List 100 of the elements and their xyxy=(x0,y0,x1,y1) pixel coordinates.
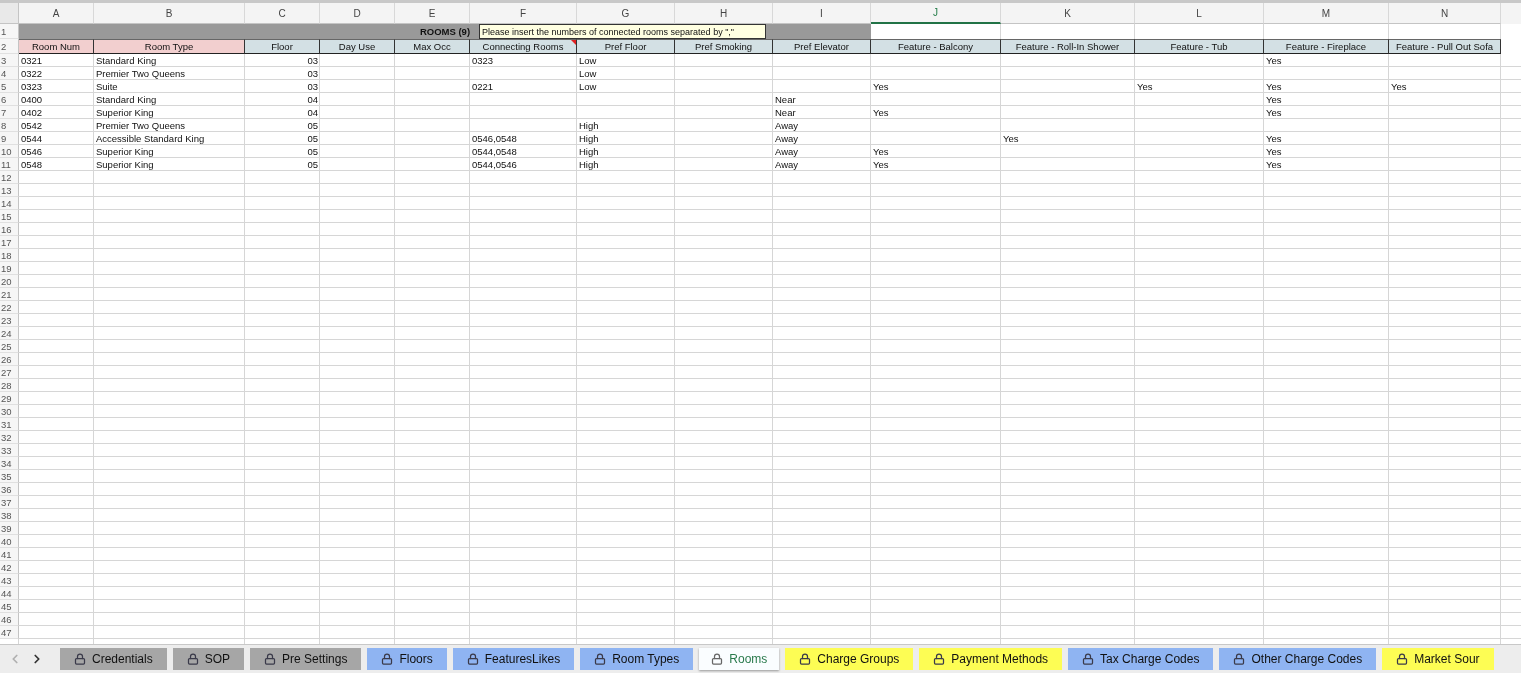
sheet-tab[interactable]: Floors xyxy=(367,648,447,670)
table-cell-text: 0546,0548 xyxy=(471,132,518,145)
row-number: 38 xyxy=(0,509,19,522)
sheet-tab[interactable]: Other Charge Codes xyxy=(1219,648,1377,670)
lock-icon xyxy=(1082,653,1095,665)
lock-icon xyxy=(1396,653,1409,665)
sheet-tab[interactable]: SOP xyxy=(172,648,245,670)
sheet-tab[interactable]: FeaturesLikes xyxy=(452,648,575,670)
table-cell-text: 04 xyxy=(306,106,319,119)
select-all-corner[interactable] xyxy=(0,3,19,24)
column-heading: Feature - Roll-In Shower xyxy=(1001,39,1135,54)
lock-icon xyxy=(74,653,86,665)
lock-icon xyxy=(466,653,479,665)
table-cell-text: Superior King xyxy=(95,106,155,119)
table-cell-text: Premier Two Queens xyxy=(95,67,187,80)
row-number: 23 xyxy=(0,314,19,327)
row-number: 29 xyxy=(0,392,19,405)
row-number: 20 xyxy=(0,275,19,288)
table-cell-text: Yes xyxy=(1002,132,1020,145)
row-number: 13 xyxy=(0,184,19,197)
row-number: 26 xyxy=(0,353,19,366)
table-cell-text: Away xyxy=(774,145,800,158)
sheet-tab[interactable]: Tax Charge Codes xyxy=(1068,648,1214,670)
row-number: 37 xyxy=(0,496,19,509)
lock-icon xyxy=(264,653,277,665)
table-cell-text: 05 xyxy=(306,145,319,158)
column-header[interactable]: L xyxy=(1135,3,1264,24)
column-heading: Feature - Balcony xyxy=(871,39,1001,54)
row-number: 5 xyxy=(0,80,19,93)
table-cell-text: Standard King xyxy=(95,54,158,67)
sheet-tab[interactable]: Credentials xyxy=(60,648,167,670)
row-number: 14 xyxy=(0,197,19,210)
sheet-tab[interactable]: Rooms xyxy=(699,648,780,670)
table-cell-text: 0323 xyxy=(471,54,495,67)
column-heading: Room Type xyxy=(94,39,245,54)
column-heading: Feature - Tub xyxy=(1135,39,1264,54)
sheet-tab[interactable]: Payment Methods xyxy=(919,648,1063,670)
table-cell-text: Standard King xyxy=(95,93,158,106)
table-cell-text: 05 xyxy=(306,158,319,171)
column-heading: Floor xyxy=(245,39,320,54)
table-cell-text: 0322 xyxy=(20,67,44,80)
column-header[interactable]: J xyxy=(871,3,1001,24)
table-cell-text: Yes xyxy=(872,106,890,119)
table-cell-text: Yes xyxy=(1265,132,1283,145)
row-number: 15 xyxy=(0,210,19,223)
table-cell-text: High xyxy=(578,145,600,158)
row-number: 30 xyxy=(0,405,19,418)
column-header[interactable]: M xyxy=(1264,3,1389,24)
table-cell-text: Yes xyxy=(1265,93,1283,106)
table-cell-text: High xyxy=(578,158,600,171)
row-number: 12 xyxy=(0,171,19,184)
column-heading: Connecting Rooms xyxy=(470,39,577,54)
table-cell-text: 0321 xyxy=(20,54,44,67)
row-number: 2 xyxy=(0,39,19,54)
row-number: 28 xyxy=(0,379,19,392)
column-heading: Pref Floor xyxy=(577,39,675,54)
row-number: 33 xyxy=(0,444,19,457)
row-number: 6 xyxy=(0,93,19,106)
column-header[interactable]: N xyxy=(1389,3,1501,24)
sheet-tab[interactable]: Pre Settings xyxy=(250,648,362,670)
row-number: 32 xyxy=(0,431,19,444)
row-number: 27 xyxy=(0,366,19,379)
column-header[interactable]: K xyxy=(1001,3,1135,24)
table-cell-text: 0544,0548 xyxy=(471,145,518,158)
comment-tooltip: Please insert the numbers of connected rooms separated by "," xyxy=(479,24,766,39)
lock-icon xyxy=(186,653,199,665)
table-cell-text: 0400 xyxy=(20,93,44,106)
table-cell-text: Yes xyxy=(1265,80,1283,93)
row-number: 43 xyxy=(0,574,19,587)
table-cell-text: 05 xyxy=(306,119,319,132)
row-number: 8 xyxy=(0,119,19,132)
row-number: 4 xyxy=(0,67,19,80)
table-cell-text: 0546 xyxy=(20,145,44,158)
column-heading: Pref Elevator xyxy=(773,39,871,54)
row-number: 36 xyxy=(0,483,19,496)
row-number: 31 xyxy=(0,418,19,431)
table-cell-text: Yes xyxy=(1265,106,1283,119)
table-cell-text: Superior King xyxy=(95,145,155,158)
table-cell-text: 0221 xyxy=(471,80,495,93)
row-number: 9 xyxy=(0,132,19,145)
sheet-tab[interactable]: Charge Groups xyxy=(785,648,914,670)
sheet-tab[interactable]: Room Types xyxy=(580,648,694,670)
row-number: 11 xyxy=(0,158,19,171)
row-number: 21 xyxy=(0,288,19,301)
table-cell-text: Away xyxy=(774,132,800,145)
row-number: 44 xyxy=(0,587,19,600)
table-cell-text: 0323 xyxy=(20,80,44,93)
table-cell-text: 0402 xyxy=(20,106,44,119)
row-number: 45 xyxy=(0,600,19,613)
table-cell-text: Yes xyxy=(1265,158,1283,171)
table-cell-text: Superior King xyxy=(95,158,155,171)
row-number: 19 xyxy=(0,262,19,275)
row-number: 34 xyxy=(0,457,19,470)
sheet-tab[interactable]: Market Sour xyxy=(1382,648,1494,670)
row-number: 22 xyxy=(0,301,19,314)
row-number: 24 xyxy=(0,327,19,340)
table-cell-text: Yes xyxy=(872,145,890,158)
column-heading: Feature - Fireplace xyxy=(1264,39,1389,54)
table-cell-text: 05 xyxy=(306,132,319,145)
row-number: 41 xyxy=(0,548,19,561)
